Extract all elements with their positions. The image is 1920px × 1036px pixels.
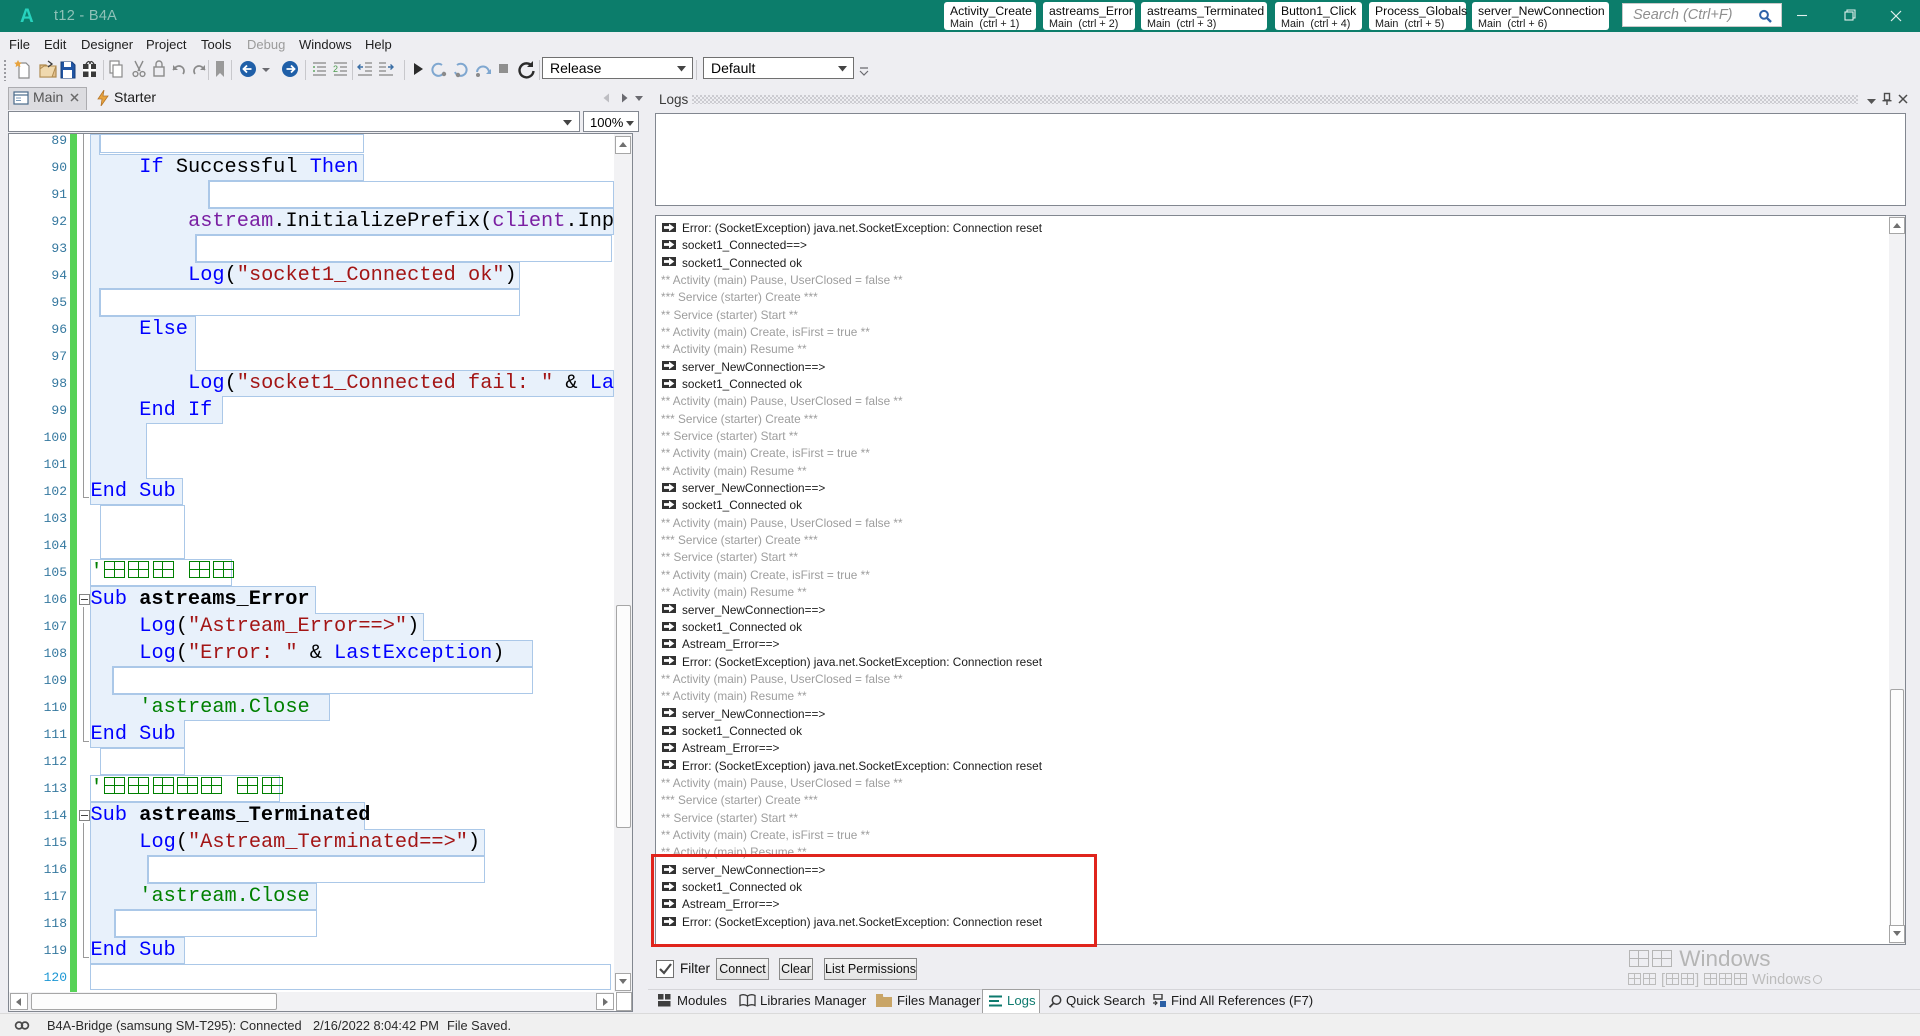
svg-text:2: 2 [333, 64, 338, 74]
